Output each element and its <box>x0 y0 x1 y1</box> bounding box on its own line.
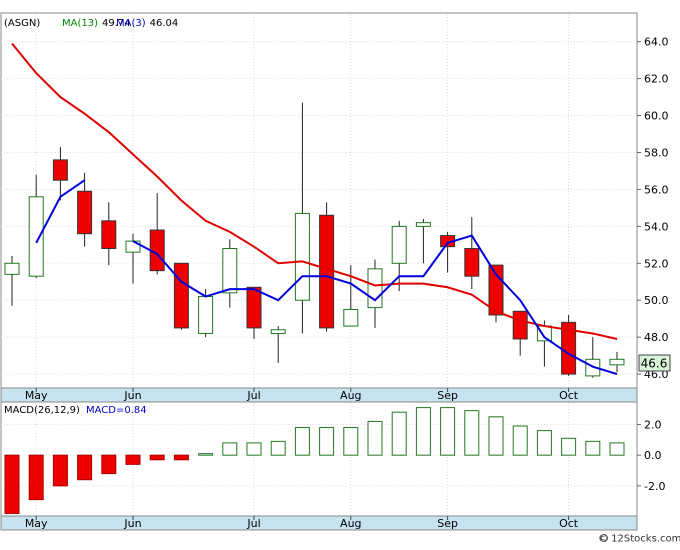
price-ytick-label-8: 48.0 <box>644 331 669 344</box>
candle-body-9 <box>222 248 238 294</box>
price-ytick-label-5: 54.0 <box>644 220 669 233</box>
legend-macd-name: MACD <box>86 405 116 416</box>
price-xtick-label-3: Aug <box>340 389 361 402</box>
price-ytick-label-2: 60.0 <box>644 110 669 123</box>
candle-body-0 <box>4 262 20 275</box>
macd-bar-13 <box>319 427 335 456</box>
candle-body-2 <box>52 159 68 181</box>
stock-chart: 64.0 62.0 60.0 58.0 56.0 54.0 52.0 50.0 48.0 46.0… <box>0 0 680 546</box>
macd-ytick-label-1: 0.0 <box>644 449 662 462</box>
macd-bar-0 <box>4 454 20 514</box>
macd-bar-7 <box>173 454 189 461</box>
candle-body-1 <box>28 196 44 277</box>
price-xtick-label-5: Oct <box>559 389 579 402</box>
price-xtick-label-0: May <box>25 389 48 402</box>
candle-body-10 <box>246 286 262 329</box>
copyright-label: © 12Stocks.com <box>598 534 680 545</box>
macd-bar-15 <box>367 420 383 456</box>
candle-body-16 <box>391 225 407 264</box>
price-xtick-label-4: Sep <box>437 389 458 402</box>
macd-x-axis-band <box>0 515 638 531</box>
candle-body-4 <box>101 220 117 250</box>
price-ytick-label-6: 52.0 <box>644 257 669 270</box>
macd-bar-12 <box>294 427 310 456</box>
macd-bar-6 <box>149 454 165 461</box>
macd-bar-11 <box>270 440 286 456</box>
macd-bar-14 <box>343 427 359 456</box>
last-price-label: 46.6 <box>641 356 668 370</box>
candle-body-3 <box>77 190 93 235</box>
chart-canvas: 64.0 62.0 60.0 58.0 56.0 54.0 52.0 50.0 48.0 46.0… <box>0 12 680 545</box>
price-ytick-label-0: 64.0 <box>644 36 669 49</box>
price-xtick-label-1: Jun <box>123 389 141 402</box>
candle-body-11 <box>270 329 286 334</box>
legend-ma13-name: MA(13) <box>62 18 98 29</box>
candle-body-25 <box>609 358 625 366</box>
candle-body-7 <box>173 262 189 329</box>
macd-bar-20 <box>488 416 504 456</box>
macd-xtick-label-5: Oct <box>559 517 579 530</box>
macd-bar-18 <box>440 407 456 456</box>
macd-ytick-label-2: -2.0 <box>644 480 665 493</box>
candle-body-17 <box>415 222 431 227</box>
macd-bar-2 <box>52 454 68 487</box>
macd-title: MACD(26,12,9) <box>4 405 80 416</box>
legend-ma3-value: 46.04 <box>150 18 179 29</box>
price-x-axis-band <box>0 387 638 403</box>
legend-macd-value: 0.84 <box>124 405 146 416</box>
price-ytick-label-4: 56.0 <box>644 183 669 196</box>
price-ytick-label-7: 50.0 <box>644 294 669 307</box>
ticker-title: (ASGN) <box>4 18 40 29</box>
macd-bar-10 <box>246 442 262 456</box>
price-y-axis: 64.062.060.058.056.054.052.050.048.046.0 <box>637 36 669 381</box>
legend-macd: MACD=0.84 <box>86 405 147 416</box>
macd-xtick-label-1: Jun <box>123 517 141 530</box>
price-xtick-label-2: Jul <box>246 389 260 402</box>
macd-bar-21 <box>512 425 528 456</box>
macd-bar-4 <box>101 454 117 475</box>
candle-body-8 <box>198 296 214 334</box>
macd-legend: MACD(26,12,9) MACD=0.84 <box>4 405 147 416</box>
macd-ytick-label-0: 2.0 <box>644 418 662 431</box>
macd-bar-22 <box>536 430 552 456</box>
legend-ma3-name: MA(3) <box>116 18 146 29</box>
price-ytick-label-1: 62.0 <box>644 73 669 86</box>
macd-bar-24 <box>585 440 601 456</box>
macd-bar-25 <box>609 442 625 456</box>
macd-bar-16 <box>391 411 407 456</box>
candle-body-15 <box>367 268 383 309</box>
macd-bar-1 <box>28 454 44 501</box>
macd-bar-3 <box>77 454 93 481</box>
macd-bar-5 <box>125 454 141 465</box>
macd-xtick-label-3: Aug <box>340 517 361 530</box>
macd-xtick-label-2: Jul <box>246 517 260 530</box>
macd-bar-8 <box>198 453 214 456</box>
macd-bar-17 <box>415 407 431 456</box>
macd-panel <box>0 401 638 517</box>
price-ytick-label-3: 58.0 <box>644 146 669 159</box>
macd-y-axis: 2.0 0.0 -2.0 <box>637 418 665 493</box>
macd-bar-23 <box>561 437 577 456</box>
macd-xtick-label-4: Sep <box>437 517 458 530</box>
price-legend: (ASGN) MA(13) 49.74 MA(3) 46.04 <box>4 18 178 29</box>
legend-macd-eq: = <box>116 405 124 416</box>
candle-body-12 <box>294 212 310 301</box>
candle-body-21 <box>512 310 528 340</box>
candle-body-14 <box>343 308 359 327</box>
macd-bar-19 <box>464 410 480 456</box>
candle-body-13 <box>319 214 335 329</box>
macd-xtick-label-0: May <box>25 517 48 530</box>
candle-body-19 <box>464 248 480 277</box>
macd-bar-9 <box>222 442 238 456</box>
